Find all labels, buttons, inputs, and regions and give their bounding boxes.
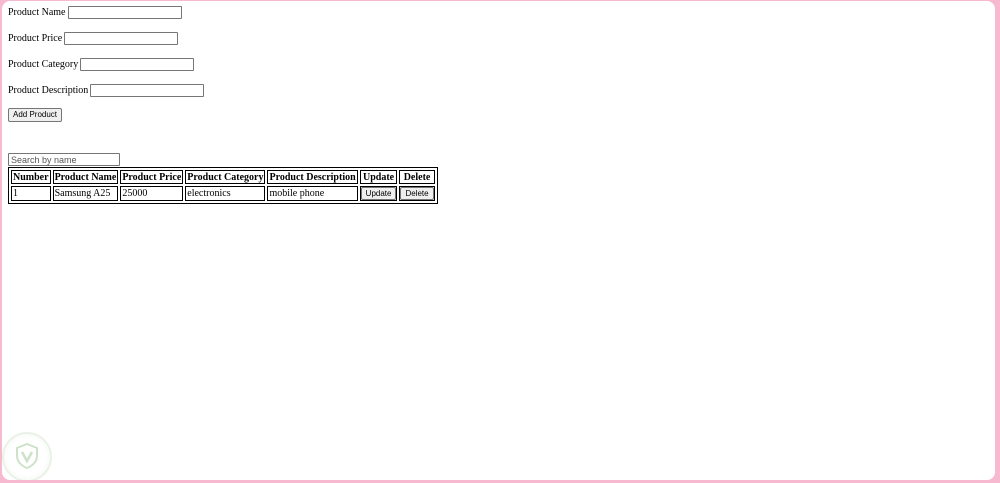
watermark-logo — [2, 432, 52, 480]
add-product-button[interactable]: Add Product — [8, 108, 63, 122]
add-product-row: Add Product — [8, 108, 438, 122]
cell-product-description: mobile phone — [267, 186, 358, 201]
shield-logo-icon — [16, 442, 38, 470]
table-header-row: Number Product Name Product Price Produc… — [11, 170, 435, 184]
search-input[interactable] — [8, 153, 120, 166]
cell-delete: Delete — [399, 186, 435, 201]
header-product-price: Product Price — [120, 170, 184, 184]
product-category-input[interactable] — [80, 57, 195, 71]
product-description-input[interactable] — [90, 83, 205, 97]
cell-update: Update — [359, 186, 398, 201]
product-category-label: Product Category — [8, 58, 79, 70]
header-number: Number — [11, 170, 51, 184]
cell-number: 1 — [11, 186, 51, 201]
product-name-row: Product Name — [8, 5, 438, 19]
header-product-category: Product Category — [185, 170, 266, 184]
product-category-row: Product Category — [8, 57, 438, 71]
header-product-name: Product Name — [52, 170, 119, 184]
table-row: 1 Samsung A25 25000 electronics mobile p… — [11, 186, 435, 201]
cell-product-category: electronics — [185, 186, 266, 201]
product-description-label: Product Description — [8, 84, 89, 96]
cell-product-price: 25000 — [120, 186, 184, 201]
product-name-input[interactable] — [67, 5, 182, 19]
cell-product-name: Samsung A25 — [52, 186, 119, 201]
product-description-row: Product Description — [8, 83, 438, 97]
product-price-input[interactable] — [64, 31, 179, 45]
header-product-description: Product Description — [267, 170, 358, 184]
header-update: Update — [359, 170, 398, 184]
product-form-area: Product Name Product Price Product Categ… — [8, 5, 438, 204]
product-table: Number Product Name Product Price Produc… — [8, 167, 438, 204]
delete-button[interactable]: Delete — [400, 187, 434, 200]
product-name-label: Product Name — [8, 6, 66, 18]
update-button[interactable]: Update — [360, 187, 397, 200]
page-frame: Product Name Product Price Product Categ… — [2, 1, 995, 480]
product-price-row: Product Price — [8, 31, 438, 45]
product-price-label: Product Price — [8, 32, 63, 44]
header-delete: Delete — [399, 170, 435, 184]
